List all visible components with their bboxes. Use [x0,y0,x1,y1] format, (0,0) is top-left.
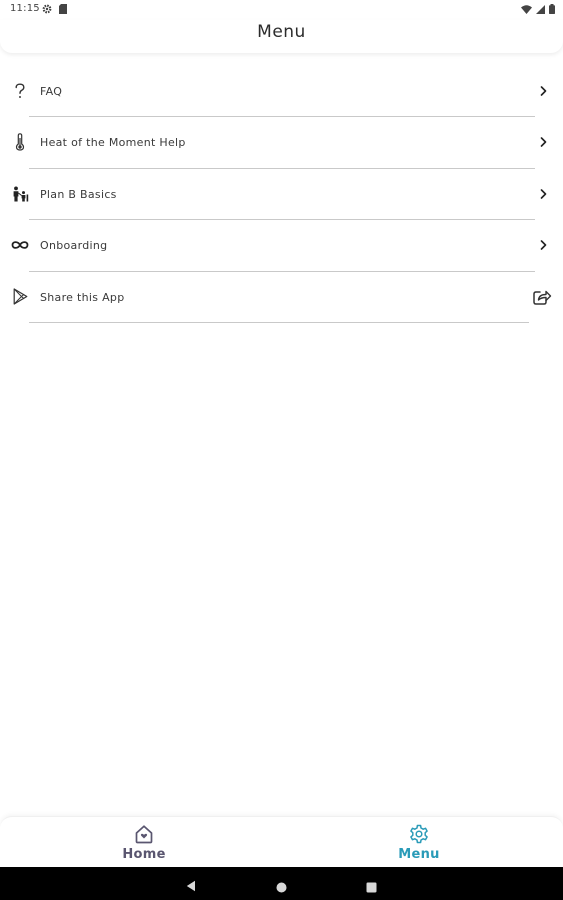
sd-card-icon [59,4,67,14]
app-bar: Menu [0,20,563,53]
menu-list: FAQ Heat of the Moment Help Plan B Basic… [0,66,563,323]
gear-icon [42,4,52,14]
divider [29,321,529,323]
menu-item-label: Plan B Basics [40,187,117,201]
infinity-icon [11,236,29,254]
chevron-right-icon [538,239,548,251]
chevron-right-icon [538,85,548,97]
nav-label-menu: Menu [398,847,440,862]
menu-item-heat-of-the-moment-help[interactable]: Heat of the Moment Help [0,117,563,169]
status-bar: 11:15 [0,0,563,20]
menu-item-label: Heat of the Moment Help [40,136,186,150]
chevron-right-icon [538,188,548,200]
home-icon [135,825,153,844]
status-right-icons [521,4,555,14]
recents-icon[interactable] [366,878,377,897]
play-store-icon [11,288,29,306]
menu-item-faq[interactable]: FAQ [0,66,563,118]
menu-item-label: FAQ [40,85,63,98]
menu-item-label: Onboarding [40,239,108,253]
chevron-right-icon [538,136,548,148]
question-icon [11,82,29,100]
thermometer-icon [11,133,29,151]
family-icon [11,185,29,203]
status-left-icons [42,4,67,14]
status-time: 11:15 [10,3,40,14]
battery-icon [549,4,555,14]
menu-item-plan-b-basics[interactable]: Plan B Basics [0,169,563,221]
page-title: Menu [257,22,306,42]
wifi-icon [521,4,532,14]
menu-item-share-this-app[interactable]: Share this App [0,272,563,323]
nav-tab-menu[interactable]: Menu [359,823,479,867]
signal-icon [536,4,545,14]
nav-tab-home[interactable]: Home [84,823,204,867]
back-icon[interactable] [186,877,196,896]
home-circle-icon[interactable] [276,878,287,897]
system-navigation-bar [0,867,563,900]
gear-icon [410,824,428,844]
menu-item-label: Share this App [40,290,125,304]
share-icon[interactable] [532,287,552,307]
nav-label-home: Home [122,847,166,862]
menu-item-onboarding[interactable]: Onboarding [0,220,563,272]
bottom-navigation: Home Menu [0,816,563,867]
